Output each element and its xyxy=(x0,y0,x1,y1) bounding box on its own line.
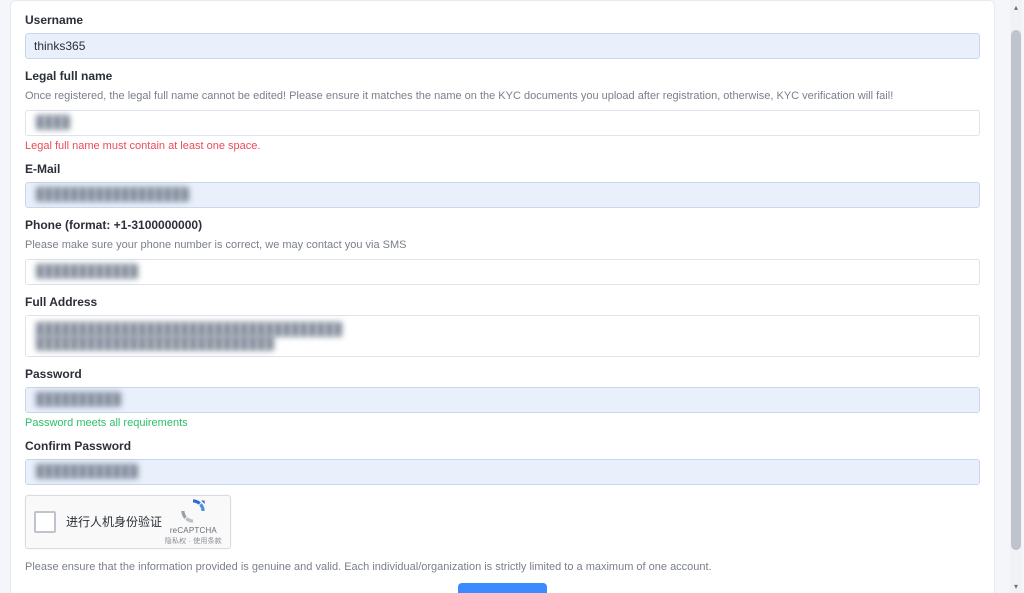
field-email: E-Mail ██████████████████ xyxy=(25,162,980,208)
submit-row: Register! xyxy=(25,583,980,593)
recaptcha-links: 隐私权 · 使用条款 xyxy=(165,536,222,546)
registration-card: Username Legal full name Once registered… xyxy=(10,0,995,593)
email-input[interactable]: ██████████████████ xyxy=(25,182,980,208)
confirm-label: Confirm Password xyxy=(25,439,980,453)
field-legal-full-name: Legal full name Once registered, the leg… xyxy=(25,69,980,152)
phone-help: Please make sure your phone number is co… xyxy=(25,238,980,253)
email-label: E-Mail xyxy=(25,162,980,176)
field-full-address: Full Address ███████████████████████████… xyxy=(25,295,980,357)
form-scroll-area: Username Legal full name Once registered… xyxy=(0,0,1008,593)
password-ok: Password meets all requirements xyxy=(25,417,980,429)
recaptcha-widget[interactable]: 进行人机身份验证 reCAPTCHA 隐私权 · 使用条款 xyxy=(25,495,231,549)
recaptcha-text: 进行人机身份验证 xyxy=(66,513,162,530)
legalname-label: Legal full name xyxy=(25,69,980,83)
disclaimer-text: Please ensure that the information provi… xyxy=(25,561,980,573)
recaptcha-right: reCAPTCHA 隐私权 · 使用条款 xyxy=(165,497,222,546)
scroll-up-icon[interactable]: ▴ xyxy=(1011,2,1021,12)
field-confirm-password: Confirm Password ████████████ xyxy=(25,439,980,485)
scrollbar-thumb[interactable] xyxy=(1011,30,1021,550)
recaptcha-left: 进行人机身份验证 xyxy=(34,511,162,533)
username-label: Username xyxy=(25,13,980,27)
field-username: Username xyxy=(25,13,980,59)
recaptcha-checkbox[interactable] xyxy=(34,511,56,533)
address-textarea[interactable]: ████████████████████████████████████ ███… xyxy=(25,315,980,357)
register-button[interactable]: Register! xyxy=(458,583,546,593)
viewport: Username Legal full name Once registered… xyxy=(0,0,1024,593)
legalname-error: Legal full name must contain at least on… xyxy=(25,140,980,152)
legalname-input[interactable]: ████ xyxy=(25,110,980,136)
confirm-input[interactable]: ████████████ xyxy=(25,459,980,485)
recaptcha-icon xyxy=(179,497,207,525)
password-input[interactable]: ██████████ xyxy=(25,387,980,413)
scroll-down-icon[interactable]: ▾ xyxy=(1011,581,1021,591)
field-phone: Phone (format: +1-3100000000) Please mak… xyxy=(25,218,980,285)
legalname-help: Once registered, the legal full name can… xyxy=(25,89,980,104)
phone-input[interactable]: ████████████ xyxy=(25,259,980,285)
field-password: Password ██████████ Password meets all r… xyxy=(25,367,980,429)
username-input[interactable] xyxy=(25,33,980,59)
address-label: Full Address xyxy=(25,295,980,309)
recaptcha-brand: reCAPTCHA xyxy=(170,526,217,535)
password-label: Password xyxy=(25,367,980,381)
phone-label: Phone (format: +1-3100000000) xyxy=(25,218,980,232)
